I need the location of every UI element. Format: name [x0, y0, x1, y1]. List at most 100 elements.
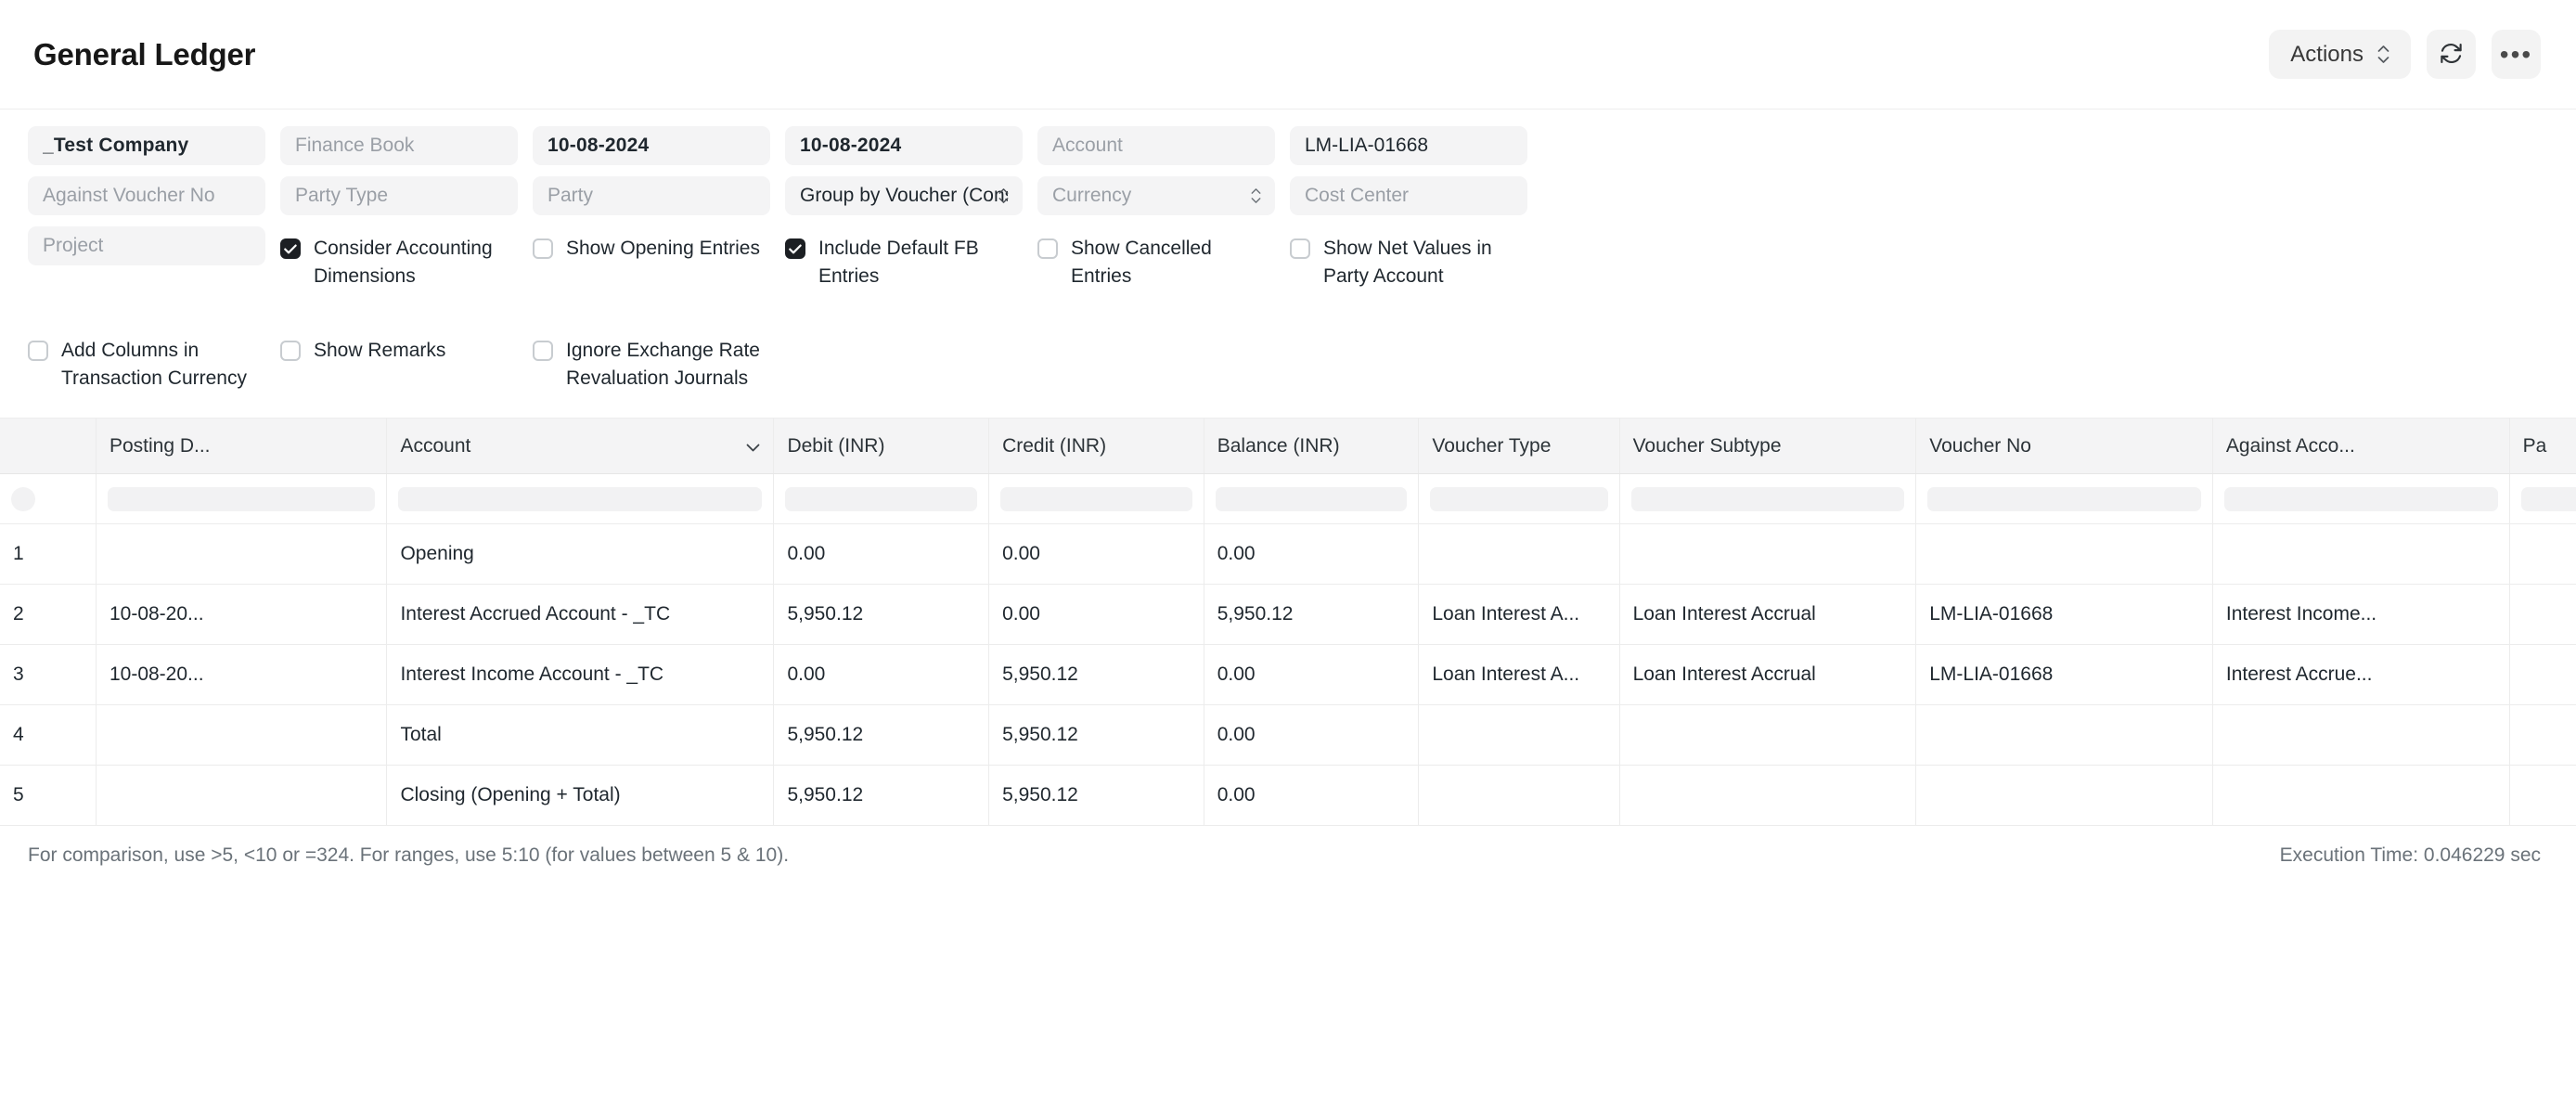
cell-party[interactable] — [2509, 524, 2576, 585]
filter-against-voucher-no[interactable]: Against Voucher No — [28, 176, 265, 215]
column-header-balance[interactable]: Balance (INR) — [1204, 419, 1419, 474]
column-header-posting-date[interactable]: Posting D... — [96, 419, 387, 474]
checkbox-box[interactable] — [28, 341, 48, 361]
column-header-voucher-subtype[interactable]: Voucher Subtype — [1619, 419, 1916, 474]
column-header-debit[interactable]: Debit (INR) — [774, 419, 989, 474]
cell-voucher-no[interactable]: LM-LIA-01668 — [1916, 585, 2213, 645]
cell-voucher-type[interactable]: Loan Interest A... — [1419, 585, 1619, 645]
cell-voucher-type[interactable] — [1419, 705, 1619, 766]
filter-cell-credit[interactable] — [989, 474, 1204, 524]
cell-party[interactable] — [2509, 585, 2576, 645]
checkbox-show-opening-entries[interactable]: Show Opening Entries — [533, 226, 770, 291]
cell-credit[interactable]: 0.00 — [989, 524, 1204, 585]
checkbox-box[interactable] — [280, 238, 301, 259]
filter-group-by[interactable]: Group by Voucher (Consolid... — [785, 176, 1023, 215]
table-row[interactable]: 3 10-08-20... Interest Income Account - … — [0, 645, 2576, 705]
checkbox-show-cancelled-entries[interactable]: Show Cancelled Entries — [1037, 226, 1275, 291]
column-header-voucher-no[interactable]: Voucher No — [1916, 419, 2213, 474]
table-row[interactable]: 4 Total 5,950.12 5,950.12 0.00 — [0, 705, 2576, 766]
cell-voucher-subtype[interactable] — [1619, 766, 1916, 826]
cell-voucher-no[interactable] — [1916, 766, 2213, 826]
cell-against-account[interactable] — [2212, 705, 2509, 766]
filter-cell-voucher-no[interactable] — [1916, 474, 2213, 524]
filter-cell-index[interactable] — [0, 474, 96, 524]
cell-credit[interactable]: 5,950.12 — [989, 766, 1204, 826]
cell-voucher-no[interactable]: LM-LIA-01668 — [1916, 645, 2213, 705]
cell-balance[interactable]: 0.00 — [1204, 524, 1419, 585]
checkbox-include-default-fb-entries[interactable]: Include Default FB Entries — [785, 226, 1023, 291]
checkbox-box[interactable] — [280, 341, 301, 361]
cell-posting-date[interactable] — [96, 524, 387, 585]
cell-debit[interactable]: 0.00 — [774, 645, 989, 705]
table-row[interactable]: 1 Opening 0.00 0.00 0.00 — [0, 524, 2576, 585]
cell-posting-date[interactable]: 10-08-20... — [96, 645, 387, 705]
cell-voucher-type[interactable]: Loan Interest A... — [1419, 645, 1619, 705]
filter-party-type[interactable]: Party Type — [280, 176, 518, 215]
column-header-index[interactable] — [0, 419, 96, 474]
checkbox-ignore-exchange-rate-revaluation-journals[interactable]: Ignore Exchange Rate Revaluation Journal… — [533, 328, 770, 393]
filter-voucher-no[interactable]: LM-LIA-01668 — [1290, 126, 1527, 165]
filter-pill[interactable] — [1430, 487, 1607, 511]
filter-pill[interactable] — [108, 487, 376, 511]
cell-balance[interactable]: 5,950.12 — [1204, 585, 1419, 645]
filter-party[interactable]: Party — [533, 176, 770, 215]
column-header-against-account[interactable]: Against Acco... — [2212, 419, 2509, 474]
filter-pill[interactable] — [1927, 487, 2201, 511]
chevron-down-icon[interactable] — [746, 435, 760, 457]
checkbox-box[interactable] — [1037, 238, 1058, 259]
filter-pill[interactable] — [2224, 487, 2498, 511]
cell-credit[interactable]: 5,950.12 — [989, 705, 1204, 766]
table-row[interactable]: 5 Closing (Opening + Total) 5,950.12 5,9… — [0, 766, 2576, 826]
actions-button[interactable]: Actions — [2269, 30, 2411, 79]
column-header-party[interactable]: Pa — [2509, 419, 2576, 474]
filter-finance-book[interactable]: Finance Book — [280, 126, 518, 165]
cell-account[interactable]: Total — [387, 705, 774, 766]
checkbox-show-net-values-in-party-account[interactable]: Show Net Values in Party Account — [1290, 226, 1527, 291]
filter-project[interactable]: Project — [28, 226, 265, 265]
cell-against-account[interactable]: Interest Income... — [2212, 585, 2509, 645]
cell-account[interactable]: Interest Accrued Account - _TC — [387, 585, 774, 645]
filter-cell-balance[interactable] — [1204, 474, 1419, 524]
cell-voucher-subtype[interactable]: Loan Interest Accrual — [1619, 585, 1916, 645]
column-header-credit[interactable]: Credit (INR) — [989, 419, 1204, 474]
cell-voucher-subtype[interactable] — [1619, 705, 1916, 766]
cell-against-account[interactable]: Interest Accrue... — [2212, 645, 2509, 705]
filter-pill[interactable] — [1631, 487, 1905, 511]
filter-pill[interactable] — [1216, 487, 1408, 511]
cell-account[interactable]: Closing (Opening + Total) — [387, 766, 774, 826]
report-table-container[interactable]: Posting D... Account Debit (INR) Credit … — [0, 418, 2576, 827]
filter-cell-voucher-subtype[interactable] — [1619, 474, 1916, 524]
cell-voucher-type[interactable] — [1419, 524, 1619, 585]
filter-cell-against-account[interactable] — [2212, 474, 2509, 524]
filter-to-date[interactable]: 10-08-2024 — [785, 126, 1023, 165]
checkbox-box[interactable] — [785, 238, 805, 259]
checkbox-add-columns-in-transaction-currency[interactable]: Add Columns in Transaction Currency — [28, 328, 265, 393]
filter-company[interactable]: _Test Company — [28, 126, 265, 165]
cell-voucher-type[interactable] — [1419, 766, 1619, 826]
cell-credit[interactable]: 5,950.12 — [989, 645, 1204, 705]
filter-pill[interactable] — [2521, 487, 2576, 511]
filter-cell-voucher-type[interactable] — [1419, 474, 1619, 524]
cell-voucher-no[interactable] — [1916, 705, 2213, 766]
filter-cell-party[interactable] — [2509, 474, 2576, 524]
cell-against-account[interactable] — [2212, 766, 2509, 826]
cell-posting-date[interactable] — [96, 705, 387, 766]
cell-balance[interactable]: 0.00 — [1204, 645, 1419, 705]
filter-pill[interactable] — [11, 487, 35, 511]
refresh-button[interactable] — [2427, 30, 2476, 79]
filter-pill[interactable] — [1000, 487, 1192, 511]
cell-party[interactable] — [2509, 766, 2576, 826]
cell-account[interactable]: Interest Income Account - _TC — [387, 645, 774, 705]
filter-account[interactable]: Account — [1037, 126, 1275, 165]
cell-voucher-subtype[interactable] — [1619, 524, 1916, 585]
filter-currency[interactable]: Currency — [1037, 176, 1275, 215]
column-header-account[interactable]: Account — [387, 419, 774, 474]
cell-balance[interactable]: 0.00 — [1204, 766, 1419, 826]
cell-voucher-no[interactable] — [1916, 524, 2213, 585]
cell-voucher-subtype[interactable]: Loan Interest Accrual — [1619, 645, 1916, 705]
filter-cell-debit[interactable] — [774, 474, 989, 524]
cell-debit[interactable]: 5,950.12 — [774, 705, 989, 766]
cell-credit[interactable]: 0.00 — [989, 585, 1204, 645]
table-row[interactable]: 2 10-08-20... Interest Accrued Account -… — [0, 585, 2576, 645]
filter-pill[interactable] — [398, 487, 762, 511]
